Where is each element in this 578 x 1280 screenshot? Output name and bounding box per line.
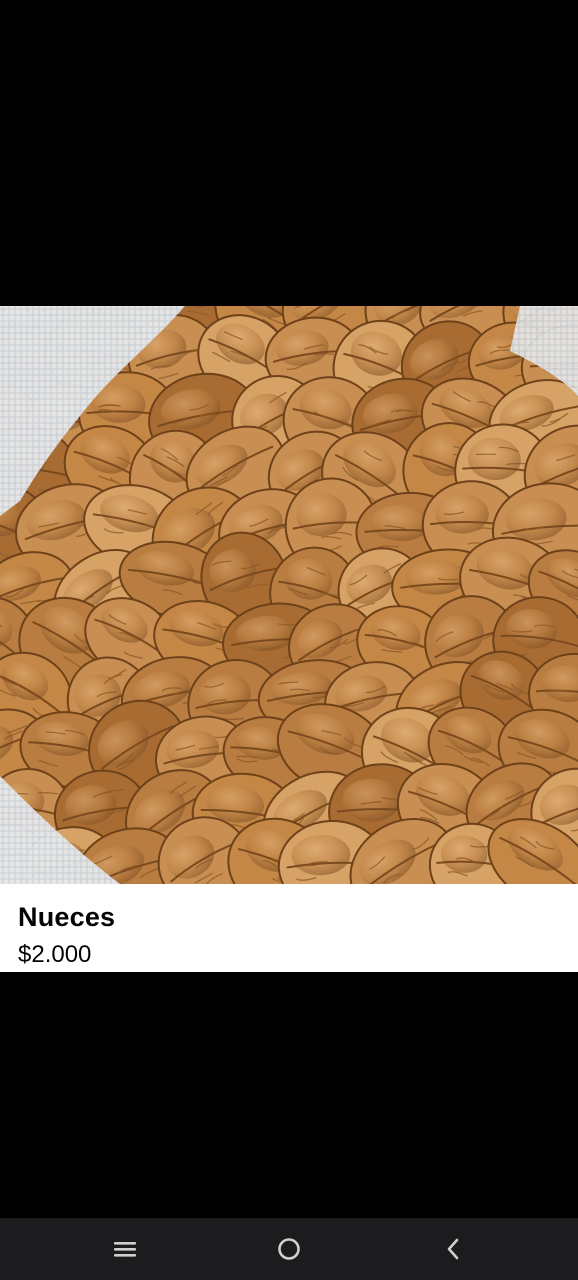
back-icon xyxy=(447,1238,459,1260)
home-icon xyxy=(278,1238,300,1260)
product-photo[interactable] xyxy=(0,306,578,884)
listing-info-card[interactable]: Nueces $2.000 xyxy=(0,884,578,972)
product-title: Nueces xyxy=(18,902,116,932)
recents-icon xyxy=(114,1242,136,1257)
product-price: $2.000 xyxy=(18,941,92,968)
home-button[interactable] xyxy=(265,1229,313,1269)
screen: Nueces $2.000 xyxy=(0,0,578,1280)
back-button[interactable] xyxy=(429,1229,477,1269)
walnut-image xyxy=(0,306,578,884)
system-navigation-bar xyxy=(0,1218,578,1280)
recents-button[interactable] xyxy=(101,1229,149,1269)
